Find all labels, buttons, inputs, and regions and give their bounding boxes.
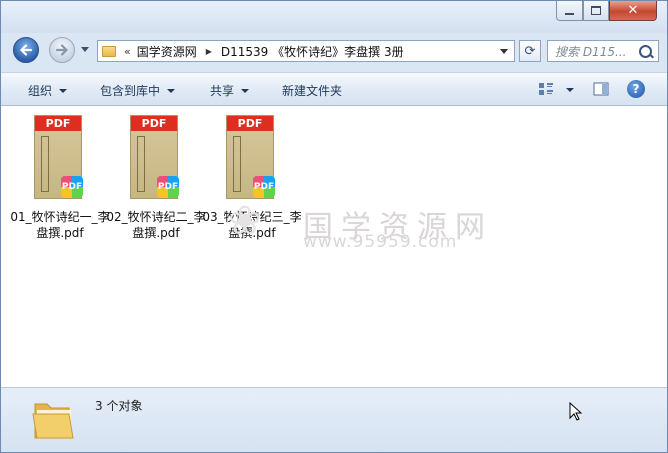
watermark: ❀ 国学资源网 www.95959.com [228, 198, 493, 252]
folder-icon [102, 45, 116, 57]
pdf-file-icon: PDF PDF [226, 115, 275, 199]
view-dropdown-icon[interactable] [566, 88, 574, 92]
preview-pane-icon[interactable] [593, 82, 609, 96]
organize-label: 组织 [28, 84, 53, 98]
minimize-icon [565, 12, 574, 15]
watermark-logo-icon: ❀ [228, 198, 262, 244]
search-input[interactable]: 搜索 D115... [555, 43, 639, 60]
pdf-badge-icon: PDF [157, 176, 179, 198]
search-icon[interactable] [639, 45, 652, 58]
forward-button[interactable] [49, 37, 75, 63]
forward-arrow-icon [55, 44, 69, 56]
share-label: 共享 [210, 84, 235, 98]
view-options-icon[interactable] [538, 82, 554, 96]
search-box[interactable]: 搜索 D115... [547, 40, 659, 62]
file-item[interactable]: PDF PDF 01_牧怀诗纪一_李盘撰.pdf [10, 112, 110, 242]
navigation-row: « 国学资源网 ▶ D11539 《牧怀诗纪》李盘撰 3册 ⟳ 搜索 D115.… [1, 33, 667, 67]
include-in-library-menu[interactable]: 包含到库中 [100, 82, 176, 99]
breadcrumb-item[interactable]: 国学资源网 [137, 43, 197, 60]
file-name[interactable]: 02_牧怀诗纪二_李盘撰.pdf [104, 209, 208, 241]
pdf-band: PDF [227, 116, 273, 131]
file-item[interactable]: PDF PDF 02_牧怀诗纪二_李盘撰.pdf [106, 112, 206, 242]
folder-icon [32, 403, 74, 439]
address-overflow-chevron[interactable]: « [124, 45, 131, 58]
mouse-cursor-icon [569, 402, 583, 421]
maximize-button[interactable] [583, 1, 609, 21]
watermark-url: www.95959.com [303, 232, 458, 252]
file-name[interactable]: 01_牧怀诗纪一_李盘撰.pdf [8, 209, 112, 241]
details-pane: 3 个对象 [1, 387, 667, 452]
item-count: 3 个对象 [95, 399, 143, 413]
back-arrow-icon [19, 44, 33, 56]
pdf-band: PDF [131, 116, 177, 131]
breadcrumb-current[interactable]: D11539 《牧怀诗纪》李盘撰 3册 [221, 43, 404, 60]
breadcrumb-arrow-icon[interactable]: ▶ [206, 47, 212, 56]
pdf-badge-icon: PDF [61, 176, 83, 198]
refresh-icon: ⟳ [524, 43, 536, 59]
close-button[interactable]: ✕ [609, 1, 657, 21]
address-bar[interactable]: « 国学资源网 ▶ D11539 《牧怀诗纪》李盘撰 3册 [97, 40, 515, 62]
help-icon[interactable]: ? [627, 80, 645, 98]
pdf-file-icon: PDF PDF [130, 115, 179, 199]
chevron-down-icon [59, 88, 68, 93]
chevron-down-icon [167, 88, 176, 93]
back-button[interactable] [13, 37, 39, 63]
book-title-strip [41, 136, 49, 192]
minimize-button[interactable] [556, 1, 583, 21]
book-title-strip [233, 136, 241, 192]
explorer-window: ✕ « 国学资源网 ▶ D11539 《牧怀诗纪》李盘撰 3册 ⟳ 搜索 D11… [0, 0, 668, 453]
close-icon: ✕ [627, 3, 639, 18]
new-folder-label: 新建文件夹 [282, 84, 343, 98]
maximize-icon [591, 6, 601, 15]
pdf-file-icon: PDF PDF [34, 115, 83, 199]
title-bar: ✕ [1, 1, 667, 33]
new-folder-button[interactable]: 新建文件夹 [282, 82, 342, 99]
command-bar: 组织 包含到库中 共享 新建文件夹 ? [1, 72, 667, 106]
organize-menu[interactable]: 组织 [28, 82, 68, 99]
include-in-library-label: 包含到库中 [100, 84, 161, 98]
file-list-pane[interactable]: PDF PDF 01_牧怀诗纪一_李盘撰.pdf PDF PDF 02_牧怀诗纪… [1, 106, 667, 387]
chevron-down-icon [241, 88, 250, 93]
refresh-button[interactable]: ⟳ [519, 40, 541, 62]
share-menu[interactable]: 共享 [210, 82, 250, 99]
pdf-band: PDF [35, 116, 81, 131]
pdf-badge-icon: PDF [253, 176, 275, 198]
recent-pages-dropdown[interactable] [81, 47, 89, 52]
address-dropdown-icon[interactable] [500, 49, 508, 54]
book-title-strip [137, 136, 145, 192]
